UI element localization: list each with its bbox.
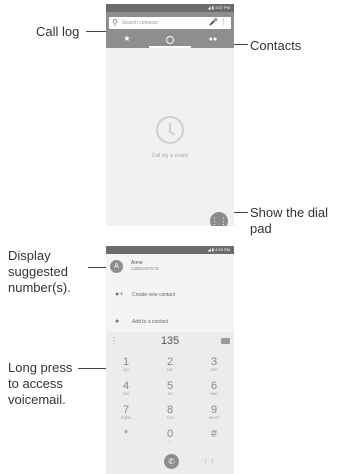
clock-icon <box>166 36 174 44</box>
key-0[interactable]: 0 + <box>155 429 185 445</box>
dialpad-fab-button[interactable]: ⋮⋮ <box>210 212 228 226</box>
signal-icon: ◢ ▮ <box>207 5 216 10</box>
callout-show-dial-pad-1: Show the dial <box>250 205 329 220</box>
dialpad-icon: ⋮⋮ <box>210 216 228 226</box>
search-placeholder: Search contacts <box>122 20 158 26</box>
key-2[interactable]: 2 ABC <box>155 357 185 373</box>
call-button[interactable]: ✆ <box>164 454 179 469</box>
star-icon: ★ <box>123 34 131 43</box>
callout-long-press-3: voicemail. <box>8 392 66 407</box>
callout-long-press-2: to access <box>8 376 63 391</box>
mic-icon[interactable]: 🎤 <box>209 18 218 28</box>
more-vert-icon[interactable]: ⋮ <box>220 18 227 28</box>
suggested-number: 13853437678 <box>131 266 159 271</box>
status-bar: ◢ ▮ 3:57 PM <box>106 4 234 12</box>
callout-display-suggested-1: Display <box>8 248 51 263</box>
key-3[interactable]: 3 DEF <box>199 357 229 373</box>
status-time: 3:57 PM <box>215 5 230 10</box>
callout-show-dial-pad-2: pad <box>250 221 272 236</box>
key-5[interactable]: 5 JKL <box>155 381 185 397</box>
phone-screen-dialpad: ◢ ▮ 4:03 PM A Anne 13853437678 ●+ Create… <box>106 246 234 474</box>
key-4[interactable]: 4 GHI <box>111 381 141 397</box>
empty-state-text: Call log is empty <box>151 153 189 159</box>
callout-contacts: Contacts <box>250 38 302 53</box>
phone-icon: ✆ <box>168 457 175 466</box>
add-to-contact-label: Add to a contact <box>132 319 169 325</box>
callout-call-log: Call log <box>36 24 80 39</box>
person-icon: ● <box>115 318 120 325</box>
tab-contacts[interactable]: ●● <box>192 32 234 48</box>
add-person-icon: ●+ <box>115 291 124 298</box>
key-1[interactable]: 1 QO <box>111 357 141 373</box>
dialpad: ⋮ 135 1 QO 2 ABC 3 DEF 4 GHI 5 JKL 6 MNO 7 PQRS… <box>106 332 234 474</box>
status-time: 4:03 PM <box>215 247 230 252</box>
key-star[interactable]: * <box>111 429 141 444</box>
people-icon: ●● <box>208 36 218 43</box>
app-bar: ⚲ Search contacts 🎤 ⋮ ★ ●● <box>106 12 234 48</box>
signal-icon: ◢ ▮ <box>207 247 216 252</box>
avatar: A <box>110 260 123 273</box>
search-input[interactable]: ⚲ Search contacts 🎤 ⋮ <box>109 17 231 29</box>
dialpad-toggle-icon[interactable]: ⋮⋮ <box>202 458 216 466</box>
status-bar: ◢ ▮ 4:03 PM <box>106 246 234 254</box>
key-6[interactable]: 6 MNO <box>199 381 229 397</box>
search-icon: ⚲ <box>112 18 118 27</box>
key-8[interactable]: 8 TUV <box>155 405 185 421</box>
callout-display-suggested-3: number(s). <box>8 280 71 295</box>
key-hash[interactable]: # <box>199 429 229 444</box>
dialed-number[interactable]: 135 <box>106 335 234 347</box>
callout-display-suggested-2: suggested <box>8 264 68 279</box>
key-7[interactable]: 7 PQRS <box>111 405 141 421</box>
backspace-icon[interactable] <box>221 338 230 344</box>
suggestions-panel: A Anne 13853437678 ●+ Create new contact… <box>106 254 234 332</box>
create-contact-label: Create new contact <box>132 292 176 298</box>
phone-screen-call-log: ◢ ▮ 3:57 PM ⚲ Search contacts 🎤 ⋮ ★ ●● C… <box>106 4 234 226</box>
key-9[interactable]: 9 WXYZ <box>199 405 229 421</box>
tab-call-log[interactable] <box>149 32 191 48</box>
callout-long-press-1: Long press <box>8 360 73 375</box>
tab-favorites[interactable]: ★ <box>106 32 148 48</box>
empty-clock-icon <box>156 116 184 144</box>
